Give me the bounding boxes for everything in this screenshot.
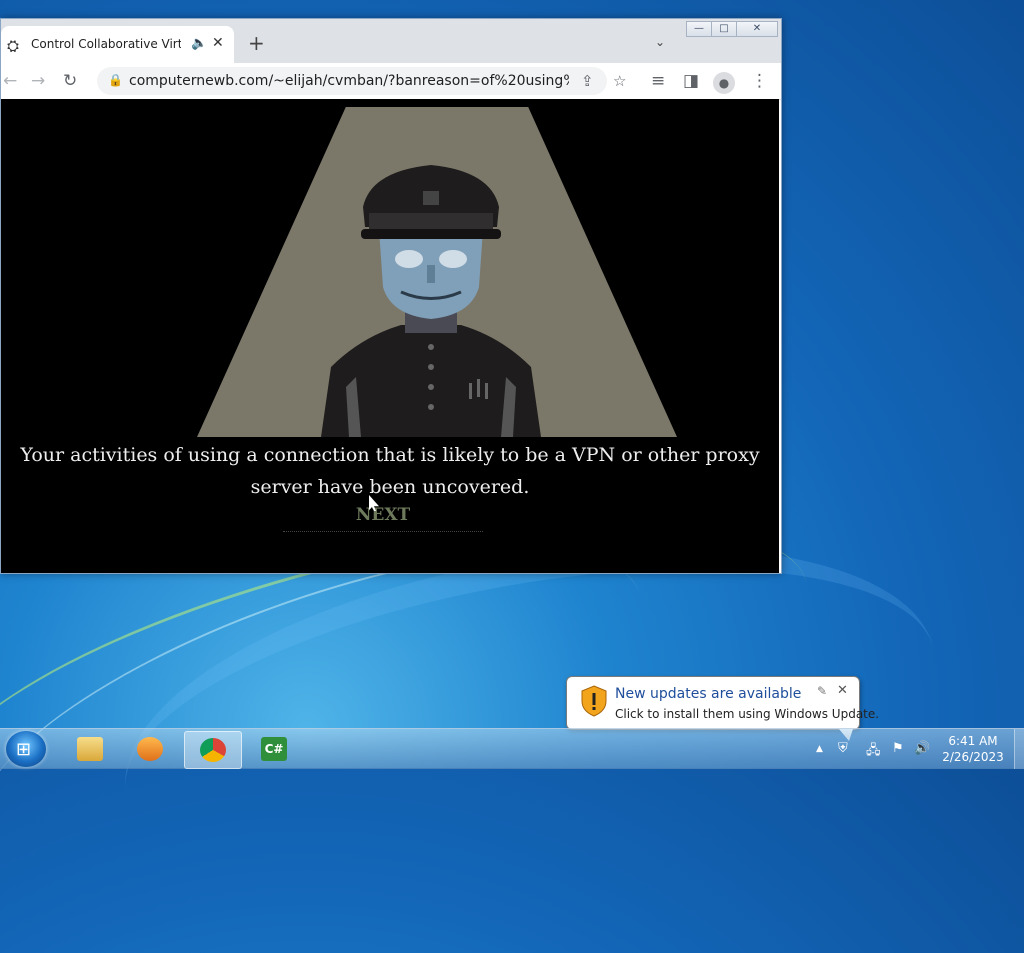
taskbar-file-explorer[interactable] (62, 731, 118, 767)
taskbar: ⊞ C# ▲ ⛨ 🖧 ⚑ 🔊 6:41 AM 2/26/2023 (0, 728, 1024, 769)
clock-time: 6:41 AM (948, 734, 998, 748)
browser-window: ⛭ Control Collaborative Virtual 🔈 ✕ + ⌄ … (0, 18, 782, 574)
tab-strip: ⛭ Control Collaborative Virtual 🔈 ✕ + ⌄ … (1, 19, 781, 63)
media-queue-icon[interactable]: ≡ (651, 71, 665, 91)
tab-search-chevron-icon[interactable]: ⌄ (655, 35, 665, 49)
reload-icon[interactable]: ↻ (63, 71, 77, 91)
tray-expand-icon[interactable]: ▲ (816, 744, 823, 754)
update-notification[interactable]: New updates are available Click to insta… (566, 676, 879, 741)
new-tab-button[interactable]: + (248, 33, 265, 53)
side-panel-icon[interactable]: ◨ (683, 71, 699, 91)
share-icon[interactable]: ⇪ (581, 72, 594, 90)
maximize-button[interactable]: □ (711, 21, 737, 37)
clock-date: 2/26/2023 (942, 750, 1004, 764)
address-bar[interactable]: 🔒 computernewb.com/~elijah/cvmban/?banre… (97, 67, 626, 95)
windows-update-icon[interactable]: ⛨ (838, 741, 848, 756)
back-arrow-icon[interactable]: ← (3, 71, 17, 91)
chrome-icon (200, 738, 226, 762)
close-window-button[interactable]: ✕ (736, 21, 778, 37)
wrench-icon[interactable]: ✎ (817, 684, 827, 698)
url-text[interactable]: computernewb.com/~elijah/cvmban/?banreas… (129, 73, 569, 89)
csharp-icon: C# (261, 737, 287, 761)
next-button[interactable]: NEXT (283, 505, 483, 532)
notification-title[interactable]: New updates are available (615, 686, 801, 702)
network-icon[interactable]: 🖧 (866, 741, 881, 763)
taskbar-csharp-app[interactable]: C# (246, 731, 302, 767)
taskbar-chrome[interactable] (184, 731, 242, 769)
ban-message: Your activities of using a connection th… (20, 444, 760, 498)
officer-illustration (321, 165, 541, 437)
folder-icon (77, 737, 103, 761)
taskbar-media-player[interactable] (122, 731, 178, 767)
notification-close-button[interactable]: ✕ (837, 683, 848, 698)
bookmark-star-icon[interactable]: ☆ (613, 72, 626, 90)
action-center-flag-icon[interactable]: ⚑ (892, 741, 904, 756)
tab-close-button[interactable]: ✕ (212, 35, 224, 51)
speaker-icon[interactable]: 🔈 (191, 36, 207, 51)
tab-active[interactable]: ⛭ Control Collaborative Virtual 🔈 ✕ (1, 26, 234, 63)
profile-avatar-icon[interactable]: ● (713, 72, 735, 94)
warning-shield-icon (581, 685, 607, 717)
media-player-icon (137, 737, 163, 761)
forward-arrow-icon[interactable]: → (31, 71, 45, 91)
windows-logo-icon: ⊞ (16, 739, 32, 760)
menu-kebab-icon[interactable]: ⋮ (751, 71, 768, 91)
show-desktop-button[interactable] (1014, 729, 1024, 769)
browser-toolbar: ← → ↻ 🔒 computernewb.com/~elijah/cvmban/… (1, 63, 781, 100)
minimize-button[interactable]: — (686, 21, 712, 37)
start-button[interactable]: ⊞ (6, 731, 46, 767)
volume-icon[interactable]: 🔊 (914, 741, 930, 756)
page-content: Your activities of using a connection th… (1, 99, 779, 573)
notification-body[interactable]: Click to install them using Windows Upda… (615, 707, 879, 721)
tab-title: Control Collaborative Virtual (31, 37, 181, 51)
site-favicon-icon: ⛭ (7, 37, 20, 55)
lock-icon[interactable]: 🔒 (108, 73, 123, 87)
clock[interactable]: 6:41 AM 2/26/2023 (938, 733, 1008, 765)
